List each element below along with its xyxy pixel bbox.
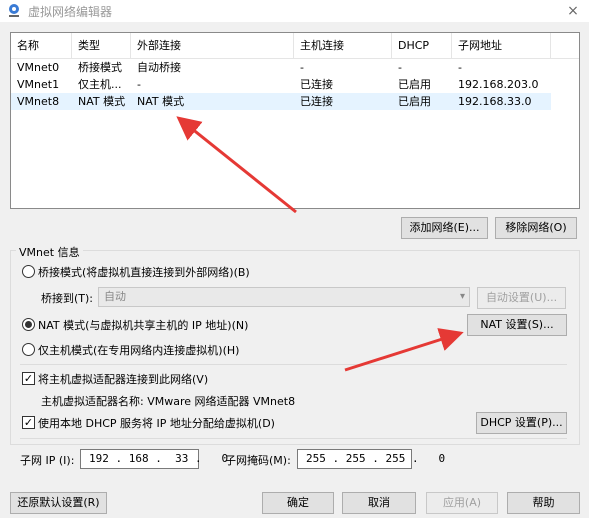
nat-mode-radio[interactable] [22, 318, 35, 331]
cell-external: NAT 模式 [137, 95, 185, 108]
cell-subnet: 192.168.203.0 [458, 78, 539, 91]
dhcp-settings-button[interactable]: DHCP 设置(P)... [476, 412, 567, 434]
bridge-mode-radio[interactable] [22, 265, 35, 278]
auto-settings-button[interactable]: 自动设置(U)... [477, 287, 566, 309]
subnet-mask-label: 子网掩码(M): [225, 454, 291, 467]
network-editor-icon [6, 3, 22, 19]
list-header: 名称 类型 外部连接 主机连接 DHCP 子网地址 [11, 33, 579, 59]
radio-selected-dot [25, 321, 32, 328]
subnet-ip-label: 子网 IP (I): [20, 454, 75, 467]
bridge-to-value: 自动 [104, 290, 126, 303]
bridge-to-label: 桥接到(T): [41, 292, 94, 305]
bridge-mode-label[interactable]: 桥接模式(将虚拟机直接连接到外部网络)(B) [38, 264, 250, 280]
cell-name: VMnet1 [17, 78, 60, 91]
host-adapter-name: 主机虚拟适配器名称: VMware 网络适配器 VMnet8 [41, 395, 296, 408]
table-row[interactable]: VMnet0 桥接模式 自动桥接 - - - [11, 59, 551, 76]
window-title: 虚拟网络编辑器 [28, 5, 113, 19]
cell-host: - [300, 61, 304, 74]
subnet-ip-field[interactable]: 192 . 168 . 33 . 0 [80, 449, 228, 469]
use-dhcp-label[interactable]: 使用本地 DHCP 服务将 IP 地址分配给虚拟机(D) [38, 415, 275, 431]
cell-external: - [137, 78, 141, 91]
help-button[interactable]: 帮助 [507, 492, 580, 514]
nat-settings-button[interactable]: NAT 设置(S)... [467, 314, 567, 336]
cell-subnet: - [458, 61, 462, 74]
cell-dhcp: 已启用 [398, 95, 431, 108]
add-network-button[interactable]: 添加网络(E)... [401, 217, 488, 239]
cell-subnet: 192.168.33.0 [458, 95, 532, 108]
cell-name: VMnet0 [17, 61, 60, 74]
vmnet-info-label: VMnet 信息 [16, 244, 83, 260]
use-dhcp-checkbox[interactable]: ✓ [22, 416, 35, 429]
column-header-dhcp[interactable]: DHCP [392, 33, 452, 59]
column-header-host[interactable]: 主机连接 [294, 33, 392, 59]
divider [20, 364, 567, 365]
table-row[interactable]: VMnet1 仅主机... - 已连接 已启用 192.168.203.0 [11, 76, 551, 93]
column-header-type[interactable]: 类型 [72, 33, 131, 59]
cell-type: 仅主机... [78, 78, 122, 91]
subnet-mask-field[interactable]: 255 . 255 . 255 . 0 [297, 449, 445, 469]
bridge-to-select[interactable]: 自动 ▾ [98, 287, 470, 307]
close-icon[interactable]: × [563, 1, 583, 21]
column-header-subnet[interactable]: 子网地址 [452, 33, 551, 59]
restore-defaults-button[interactable]: 还原默认设置(R) [10, 492, 107, 514]
cancel-button[interactable]: 取消 [342, 492, 416, 514]
title-bar: 虚拟网络编辑器 × [0, 0, 589, 22]
table-row-selected[interactable]: VMnet8 NAT 模式 NAT 模式 已连接 已启用 192.168.33.… [11, 93, 551, 110]
apply-button[interactable]: 应用(A) [426, 492, 498, 514]
ok-button[interactable]: 确定 [262, 492, 334, 514]
column-header-external[interactable]: 外部连接 [131, 33, 294, 59]
connect-adapter-label[interactable]: 将主机虚拟适配器连接到此网络(V) [38, 371, 208, 387]
cell-host: 已连接 [300, 78, 333, 91]
nat-mode-label[interactable]: NAT 模式(与虚拟机共享主机的 IP 地址)(N) [38, 317, 248, 333]
cell-external: 自动桥接 [137, 61, 181, 74]
host-only-label[interactable]: 仅主机模式(在专用网络内连接虚拟机)(H) [38, 342, 239, 358]
cell-dhcp: 已启用 [398, 78, 431, 91]
chevron-down-icon: ▾ [459, 291, 465, 302]
remove-network-button[interactable]: 移除网络(O) [495, 217, 577, 239]
cell-type: NAT 模式 [78, 95, 126, 108]
column-header-name[interactable]: 名称 [11, 33, 72, 59]
cell-name: VMnet8 [17, 95, 60, 108]
network-list[interactable]: 名称 类型 外部连接 主机连接 DHCP 子网地址 VMnet0 桥接模式 自动… [10, 32, 580, 209]
divider [20, 438, 567, 439]
cell-type: 桥接模式 [78, 61, 122, 74]
cell-dhcp: - [398, 61, 402, 74]
cell-host: 已连接 [300, 95, 333, 108]
host-only-radio[interactable] [22, 343, 35, 356]
connect-adapter-checkbox[interactable]: ✓ [22, 372, 35, 385]
